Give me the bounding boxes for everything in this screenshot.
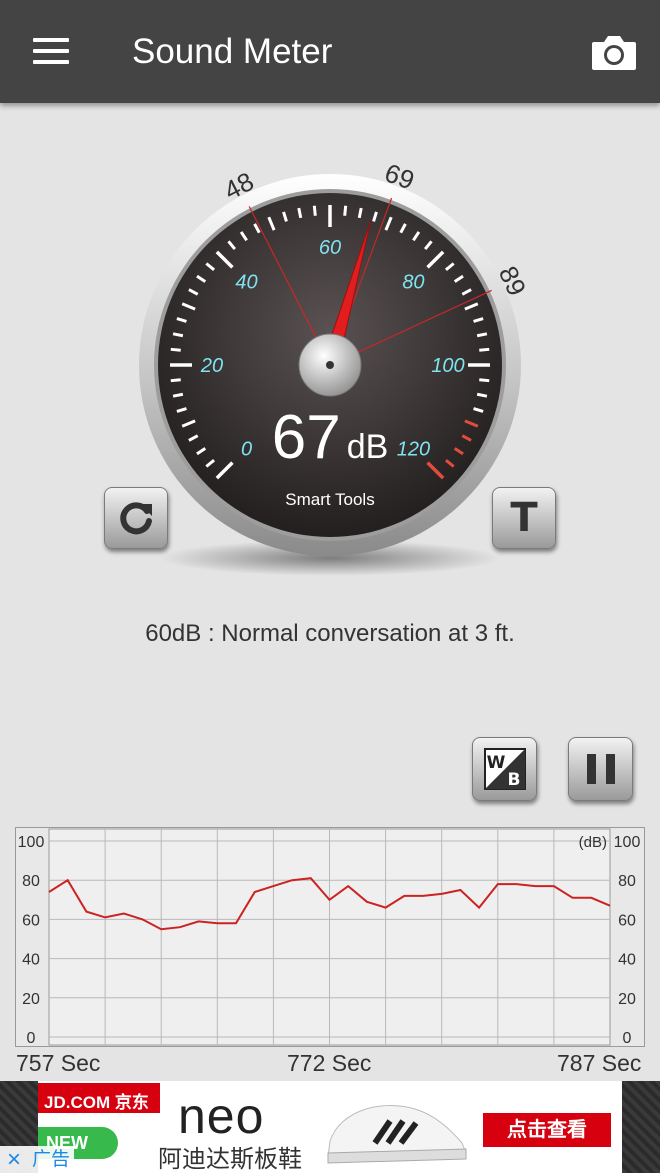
ad-cta-button[interactable]: 点击查看 [483, 1113, 611, 1147]
decibel-history-chart: 100 80 60 40 20 0 100 80 60 40 20 0 (dB) [15, 827, 645, 1047]
decibel-readout: 67 dB [130, 402, 530, 473]
chart-y-tick-label-left: 60 [22, 912, 40, 929]
chart-y-tick-label-right: 0 [623, 1030, 632, 1047]
gauge-scale-label: 80 [402, 272, 424, 294]
gauge-tick [172, 392, 184, 398]
gauge-tick [170, 378, 181, 383]
sound-level-gauge: 0 20 40 60 80 100 120 48 69 89 67 dB Smart Tools [130, 140, 530, 580]
gauge-tick [170, 347, 181, 352]
chart-y-tick-label-left: 100 [18, 834, 45, 851]
gauge-tick [479, 378, 490, 383]
time-label-mid: 772 Sec [287, 1050, 372, 1076]
chart-y-tick-label-right: 20 [618, 991, 636, 1008]
chart-y-tick-label-right: 60 [618, 912, 636, 929]
gauge-tick [297, 207, 303, 219]
type-toggle-button[interactable]: T [492, 487, 556, 549]
gauge-scale-label: 40 [235, 272, 257, 294]
ad-jd-logo: JD.COM 京东 [38, 1083, 160, 1113]
ad-banner[interactable]: JD.COM 京东 NEW neo 阿迪达斯板鞋 点击查看 [0, 1081, 660, 1173]
gauge-scale-label: 20 [200, 355, 223, 377]
pause-button[interactable] [568, 737, 633, 801]
brand-label: Smart Tools [285, 490, 375, 509]
reset-button[interactable] [104, 487, 168, 549]
decibel-value: 67 [271, 403, 341, 472]
gauge-tick [172, 332, 184, 338]
time-label-end: 787 Sec [557, 1050, 642, 1076]
chart-y-tick-label-left: 20 [22, 991, 40, 1008]
chart-y-tick-label-right: 40 [618, 952, 636, 969]
app-title: Sound Meter [132, 32, 333, 71]
ad-tag: 广告 [28, 1146, 75, 1173]
chart-y-tick-label-left: 80 [22, 873, 40, 890]
camera-icon[interactable] [590, 32, 638, 72]
decibel-unit: dB [346, 428, 389, 466]
ad-subtitle: 阿迪达斯板鞋 [158, 1146, 302, 1173]
svg-text:W: W [486, 753, 505, 773]
pause-icon [586, 754, 615, 784]
noise-reference-text: 60dB : Normal conversation at 3 ft. [145, 620, 515, 647]
chart-y-tick-label-right: 80 [618, 873, 636, 890]
chart-y-tick-label-right: 100 [614, 834, 641, 851]
gauge-tick [357, 207, 363, 219]
gauge-scale-label: 60 [319, 237, 341, 259]
gauge-tick [343, 205, 348, 216]
app-bar: Sound Meter [0, 0, 660, 103]
gauge-tick [476, 332, 488, 338]
ad-border-right [622, 1081, 660, 1173]
refresh-icon [120, 502, 152, 535]
chart-y-tick-label-left: 0 [27, 1030, 36, 1047]
ad-close-icon[interactable]: × [0, 1146, 28, 1173]
gauge-scale-label: 100 [431, 355, 464, 377]
gauge-tick [476, 392, 488, 398]
wb-icon: W B [483, 748, 526, 790]
t-icon: T [510, 495, 538, 541]
gauge-tick [479, 347, 490, 352]
chart-y-tick-label-left: 40 [22, 952, 40, 969]
time-label-start: 757 Sec [16, 1050, 101, 1076]
svg-text:B: B [507, 770, 520, 790]
shoe-image [327, 1105, 467, 1164]
white-black-toggle-button[interactable]: W B [472, 737, 537, 801]
chart-unit-label: (dB) [579, 834, 607, 851]
gauge-dial: 020406080100120 48 6989 [139, 157, 530, 576]
gauge-tick [312, 205, 317, 216]
hamburger-menu-icon[interactable] [33, 38, 69, 66]
ad-brand: neo [178, 1088, 265, 1144]
